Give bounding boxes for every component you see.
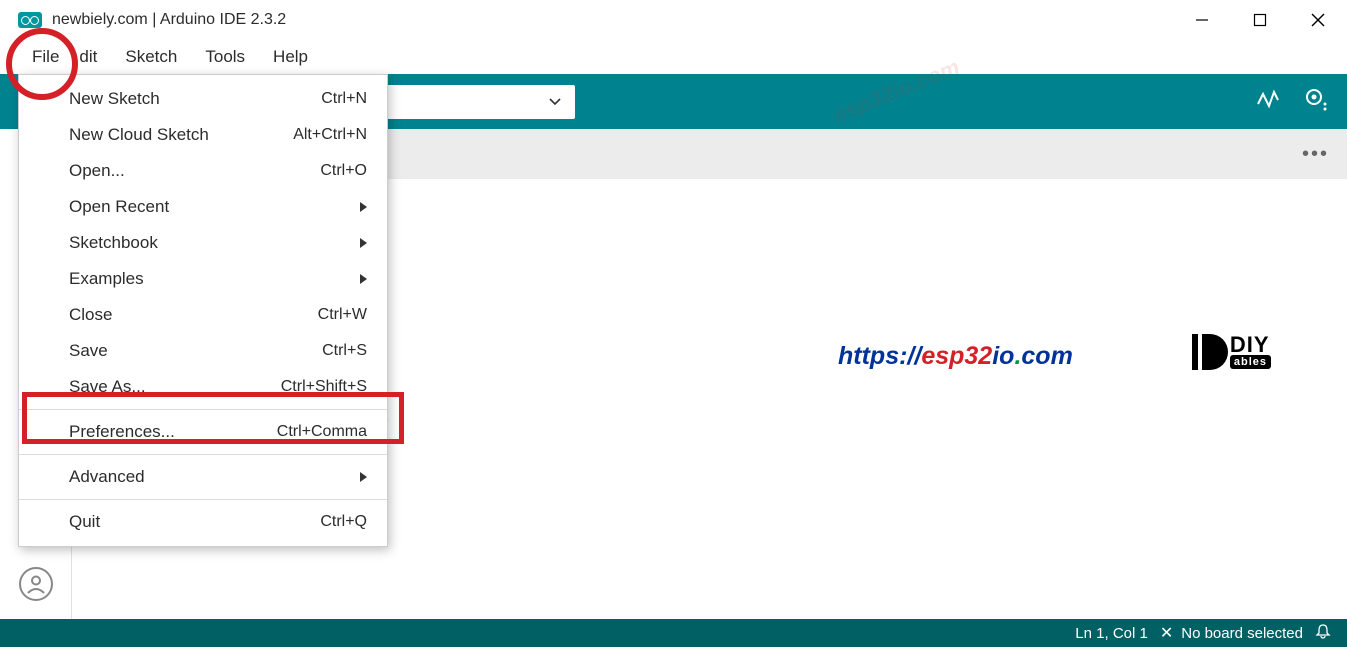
serial-plotter-icon[interactable] bbox=[1255, 86, 1281, 117]
menuitem-examples[interactable]: Examples bbox=[19, 261, 387, 297]
board-status[interactable]: ✕ No board selected bbox=[1160, 623, 1303, 643]
menu-tools[interactable]: Tools bbox=[191, 42, 259, 72]
menuitem-preferences[interactable]: Preferences...Ctrl+Comma bbox=[19, 414, 387, 450]
menu-separator bbox=[19, 454, 387, 455]
window-title: newbiely.com | Arduino IDE 2.3.2 bbox=[52, 11, 286, 29]
window-titlebar: newbiely.com | Arduino IDE 2.3.2 bbox=[0, 0, 1347, 40]
board-selector[interactable] bbox=[380, 85, 575, 119]
diyables-logo: DIYables bbox=[1192, 334, 1271, 370]
menu-edit[interactable]: dit bbox=[73, 42, 111, 72]
menuitem-close[interactable]: CloseCtrl+W bbox=[19, 297, 387, 333]
menuitem-open[interactable]: Open...Ctrl+O bbox=[19, 153, 387, 189]
minimize-button[interactable] bbox=[1173, 0, 1231, 40]
menuitem-save-as[interactable]: Save As...Ctrl+Shift+S bbox=[19, 369, 387, 405]
menu-file[interactable]: File bbox=[18, 42, 73, 72]
close-window-button[interactable] bbox=[1289, 0, 1347, 40]
file-menu-dropdown: New SketchCtrl+N New Cloud SketchAlt+Ctr… bbox=[18, 74, 388, 547]
menuitem-new-cloud-sketch[interactable]: New Cloud SketchAlt+Ctrl+N bbox=[19, 117, 387, 153]
menu-help[interactable]: Help bbox=[259, 42, 322, 72]
menuitem-save[interactable]: SaveCtrl+S bbox=[19, 333, 387, 369]
close-icon: ✕ bbox=[1160, 623, 1173, 643]
menuitem-new-sketch[interactable]: New SketchCtrl+N bbox=[19, 81, 387, 117]
menu-sketch[interactable]: Sketch bbox=[111, 42, 191, 72]
status-bar: Ln 1, Col 1 ✕ No board selected bbox=[0, 619, 1347, 647]
maximize-button[interactable] bbox=[1231, 0, 1289, 40]
tab-overflow-button[interactable]: ••• bbox=[1302, 143, 1329, 166]
menuitem-sketchbook[interactable]: Sketchbook bbox=[19, 225, 387, 261]
chevron-down-icon bbox=[549, 98, 561, 106]
menuitem-open-recent[interactable]: Open Recent bbox=[19, 189, 387, 225]
arduino-app-icon bbox=[18, 12, 42, 28]
profile-icon[interactable] bbox=[19, 567, 53, 601]
menu-separator bbox=[19, 409, 387, 410]
menu-separator bbox=[19, 499, 387, 500]
serial-monitor-icon[interactable] bbox=[1303, 86, 1329, 117]
menuitem-quit[interactable]: QuitCtrl+Q bbox=[19, 504, 387, 540]
menuitem-advanced[interactable]: Advanced bbox=[19, 459, 387, 495]
notification-bell-icon[interactable] bbox=[1315, 623, 1331, 643]
watermark-url: https://esp32io.com bbox=[838, 342, 1073, 371]
cursor-position: Ln 1, Col 1 bbox=[1075, 625, 1148, 642]
menubar: File dit Sketch Tools Help bbox=[0, 40, 1347, 74]
